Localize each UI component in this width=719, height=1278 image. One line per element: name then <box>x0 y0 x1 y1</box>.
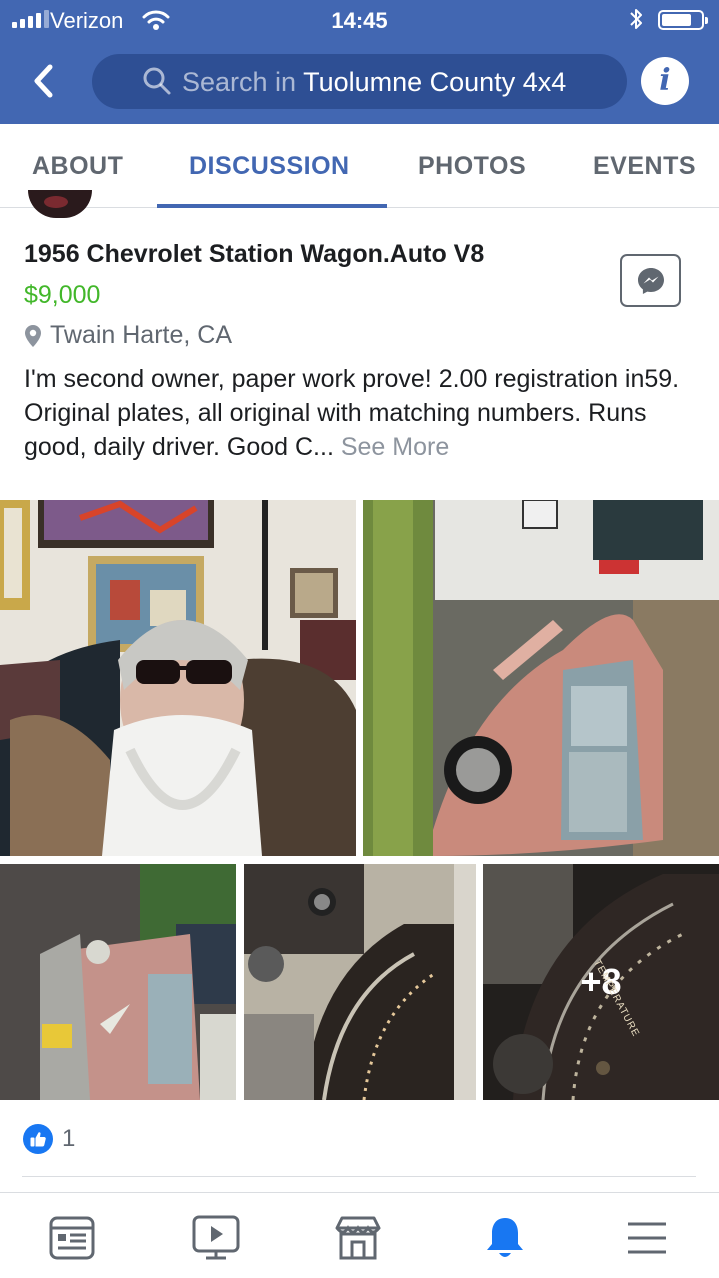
messenger-icon <box>637 267 664 294</box>
wagon-front-photo <box>0 864 236 1100</box>
clock: 14:45 <box>331 8 388 33</box>
bottom-navigation <box>0 1192 719 1278</box>
tab-discussion[interactable]: DISCUSSION <box>189 152 350 181</box>
bluetooth-icon <box>630 9 642 29</box>
chevron-left-icon <box>34 64 53 98</box>
tab-photos[interactable]: PHOTOS <box>418 152 526 181</box>
post-title[interactable]: 1956 Chevrolet Station Wagon.Auto V8 <box>24 240 484 269</box>
post-body: I'm second owner, paper work prove! 2.00… <box>24 362 700 464</box>
group-tabs: ABOUT DISCUSSION PHOTOS EVENTS <box>0 124 719 208</box>
nav-notifications[interactable] <box>480 1213 530 1263</box>
search-icon <box>143 67 171 95</box>
search-input[interactable]: Search in Tuolumne County 4x4 <box>92 54 627 109</box>
search-placeholder: Search in <box>182 67 297 97</box>
back-button[interactable] <box>22 58 66 104</box>
post-price: $9,000 <box>24 281 101 309</box>
post-location: Twain Harte, CA <box>24 321 232 350</box>
search-text: Search in Tuolumne County 4x4 <box>182 67 566 98</box>
nav-marketplace[interactable] <box>333 1213 383 1263</box>
bearded-man-photo <box>0 500 356 856</box>
video-play-icon <box>192 1215 240 1260</box>
like-count[interactable]: 1 <box>62 1125 75 1153</box>
news-feed-icon <box>49 1216 95 1260</box>
avatar[interactable] <box>28 190 92 218</box>
photo-dashboard[interactable] <box>244 864 476 1100</box>
app-header: Verizon 14:45 Search in Tuolumne County … <box>0 0 719 124</box>
see-more-link[interactable]: See More <box>341 433 449 461</box>
tab-about[interactable]: ABOUT <box>32 152 123 181</box>
photo-wagon-front[interactable] <box>0 864 236 1100</box>
search-group-name: Tuolumne County 4x4 <box>303 67 567 97</box>
location-text: Twain Harte, CA <box>50 321 233 349</box>
divider <box>22 1176 696 1177</box>
photo-wagon-side[interactable] <box>363 500 719 856</box>
status-bar: Verizon 14:45 <box>0 0 719 40</box>
marketplace-store-icon <box>335 1216 381 1260</box>
battery-level <box>662 14 691 26</box>
hamburger-menu-icon <box>628 1222 666 1254</box>
thumbs-up-icon <box>30 1132 46 1147</box>
info-button[interactable]: i <box>641 57 689 105</box>
active-tab-indicator <box>157 204 387 208</box>
location-pin-icon <box>25 324 41 347</box>
bell-icon <box>487 1218 523 1257</box>
info-icon: i <box>659 63 671 98</box>
nav-news-feed[interactable] <box>47 1213 97 1263</box>
tab-events[interactable]: EVENTS <box>593 152 696 181</box>
battery-icon <box>658 10 708 30</box>
pink-station-wagon-photo <box>363 500 719 856</box>
message-seller-button[interactable] <box>620 254 681 307</box>
dashboard-photo <box>244 864 476 1100</box>
photo-man-selfie[interactable] <box>0 500 356 856</box>
photo-speedometer[interactable]: +8 TEMPERATURE <box>483 864 719 1100</box>
like-reaction-icon <box>23 1124 53 1154</box>
nav-watch[interactable] <box>191 1213 241 1263</box>
nav-menu[interactable] <box>622 1213 672 1263</box>
